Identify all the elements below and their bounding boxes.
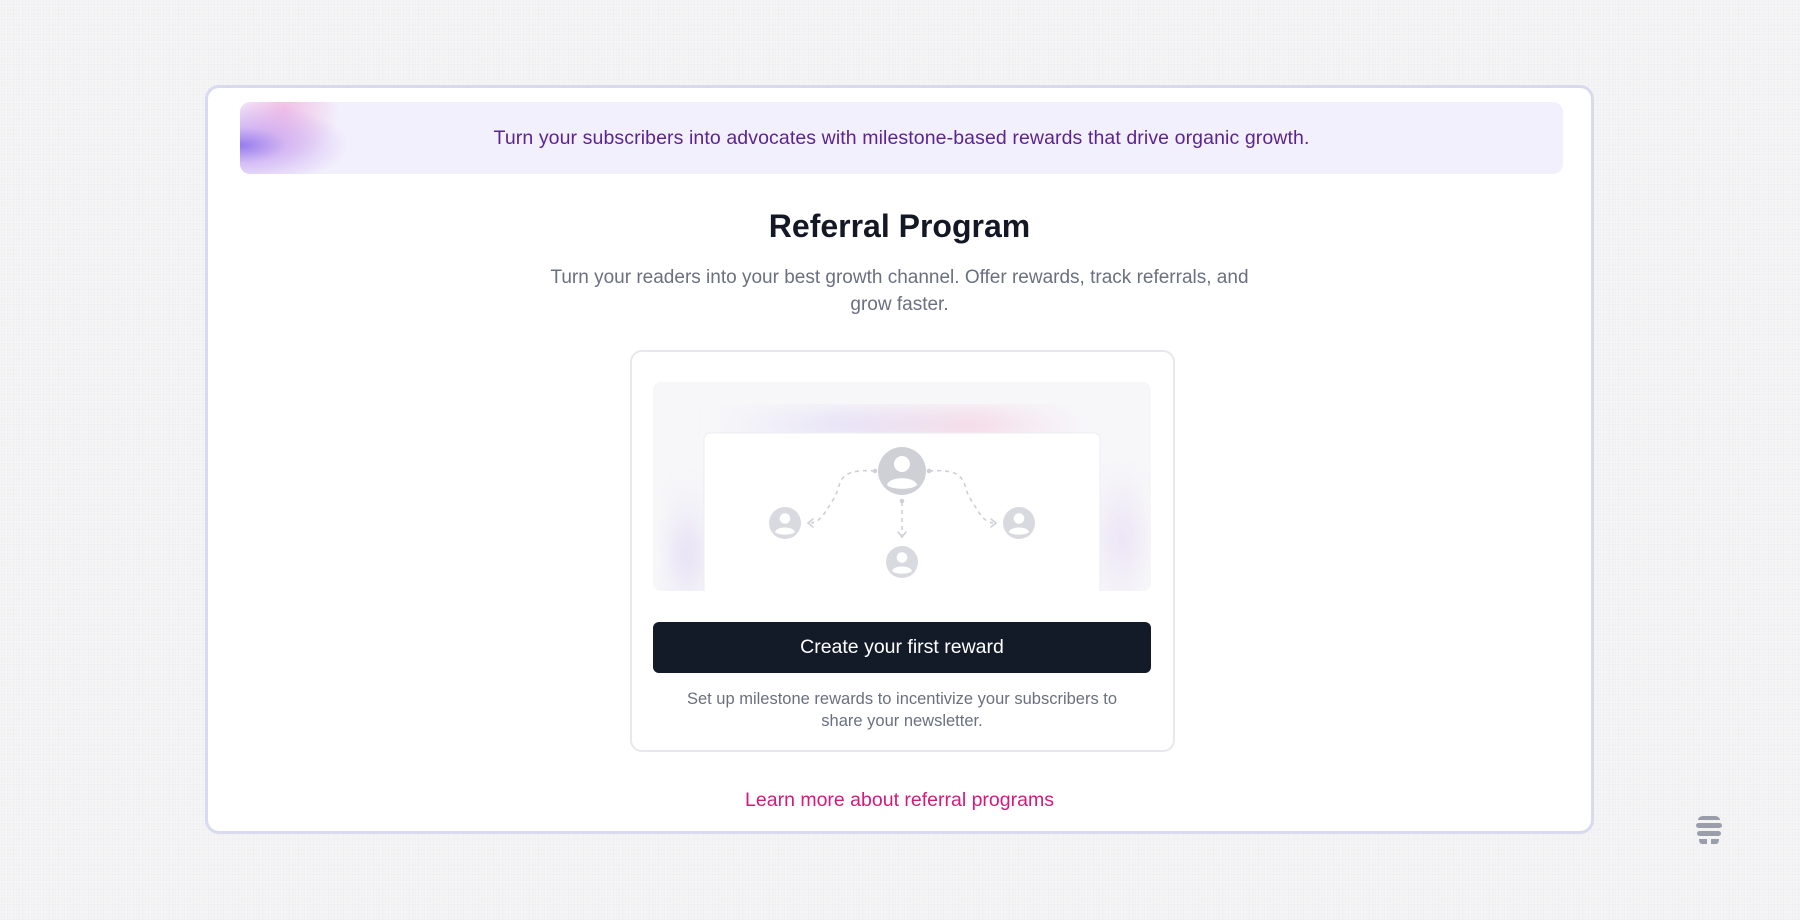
banner-gradient-accent — [240, 102, 350, 174]
referral-network-icon — [653, 382, 1151, 591]
referral-network-illustration — [653, 382, 1151, 591]
page-title: Referral Program — [768, 208, 1031, 244]
create-first-reward-button[interactable]: Create your first reward — [653, 622, 1151, 673]
empty-state-card: Create your first reward Set up mileston… — [630, 350, 1175, 752]
beehive-logo-icon[interactable] — [1692, 812, 1726, 846]
central-user-icon — [878, 447, 926, 495]
learn-more-link[interactable]: Learn more about referral programs — [208, 789, 1591, 812]
cta-description: Set up milestone rewards to incentivize … — [686, 690, 1118, 730]
banner-text: Turn your subscribers into advocates wit… — [493, 126, 1310, 149]
page-subtitle: Turn your readers into your best growth … — [550, 267, 1249, 315]
promo-banner: Turn your subscribers into advocates wit… — [240, 102, 1563, 174]
referral-program-card: Turn your subscribers into advocates wit… — [205, 85, 1594, 834]
